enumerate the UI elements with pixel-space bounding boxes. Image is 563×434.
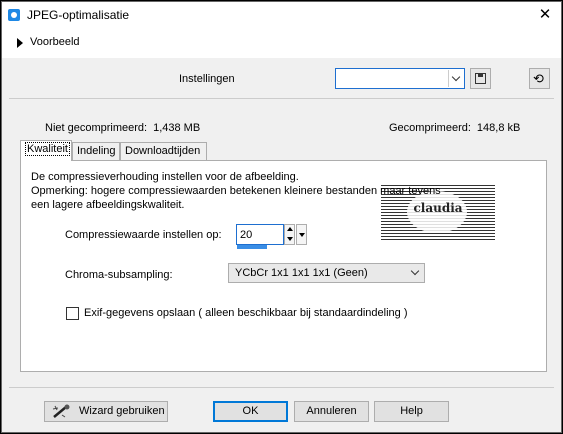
- tab-kwaliteit[interactable]: Kwaliteit: [20, 140, 72, 161]
- magic-wand-icon: [52, 404, 70, 418]
- compressed-size: Gecomprimeerd: 148,8 kB: [389, 122, 520, 134]
- preset-dropdown-arrow[interactable]: [448, 70, 463, 87]
- tab-indeling[interactable]: Indeling: [72, 142, 120, 160]
- tab-downloadtijden-label: Downloadtijden: [125, 145, 201, 157]
- bottom-divider: [9, 387, 554, 388]
- app-icon: [8, 9, 20, 21]
- jpeg-optimizer-dialog: JPEG-optimalisatie ✕ Voorbeeld Instellin…: [1, 1, 562, 433]
- spin-down-icon[interactable]: [287, 237, 293, 241]
- quality-panel: claudia De compressieverhouding instelle…: [20, 160, 547, 372]
- chroma-select[interactable]: YCbCr 1x1 1x1 1x1 (Geen): [228, 263, 425, 283]
- compression-bar: [236, 245, 284, 249]
- settings-label: Instellingen: [179, 73, 235, 85]
- save-preset-button[interactable]: [470, 68, 491, 89]
- wizard-button[interactable]: Wizard gebruiken: [44, 401, 168, 422]
- reset-button[interactable]: ⟲: [529, 68, 550, 89]
- compression-slider-dropdown[interactable]: [296, 224, 307, 245]
- cancel-button[interactable]: Annuleren: [294, 401, 369, 422]
- settings-row: Instellingen ⟲: [2, 58, 561, 98]
- preview-label: Voorbeeld: [30, 36, 80, 48]
- compressed-label: Gecomprimeerd:: [389, 122, 471, 134]
- compression-input[interactable]: [236, 224, 284, 245]
- compression-bar-fill: [237, 245, 267, 249]
- expand-triangle-icon: [17, 38, 23, 48]
- ok-button[interactable]: OK: [213, 401, 288, 422]
- floppy-disk-icon: [475, 73, 486, 84]
- watermark-text: claudia: [413, 201, 463, 215]
- compression-label: Compressiewaarde instellen op:: [65, 229, 222, 241]
- close-button[interactable]: ✕: [535, 5, 555, 25]
- chroma-value: YCbCr 1x1 1x1 1x1 (Geen): [235, 267, 368, 279]
- tab-downloadtijden[interactable]: Downloadtijden: [120, 142, 207, 160]
- uncompressed-size: Niet gecomprimeerd: 1,438 MB: [45, 122, 200, 134]
- compressed-value: 148,8 kB: [476, 122, 521, 134]
- preview-toggle[interactable]: Voorbeeld: [2, 28, 561, 58]
- exif-label: Exif-gegevens opslaan ( alleen beschikba…: [84, 307, 408, 319]
- uncompressed-label: Niet gecomprimeerd:: [45, 122, 148, 134]
- exif-checkbox[interactable]: [66, 307, 79, 320]
- uncompressed-value: 1,438 MB: [153, 122, 201, 134]
- title-bar: JPEG-optimalisatie ✕: [2, 2, 561, 28]
- dropdown-triangle-icon: [299, 233, 305, 237]
- tab-kwaliteit-label: Kwaliteit: [25, 142, 70, 156]
- divider: [9, 98, 554, 99]
- compression-spin-buttons[interactable]: [284, 224, 295, 245]
- reset-icon: ⟲: [533, 71, 544, 86]
- wizard-label: Wizard gebruiken: [79, 405, 165, 417]
- description-line-3: een lagere afbeeldingskwaliteit.: [31, 199, 185, 211]
- compression-spinbox: [236, 224, 307, 245]
- chroma-label: Chroma-subsampling:: [65, 269, 173, 281]
- chevron-down-icon: [451, 72, 461, 82]
- spin-up-icon[interactable]: [287, 227, 293, 231]
- help-button[interactable]: Help: [374, 401, 449, 422]
- tab-indeling-label: Indeling: [77, 145, 116, 157]
- chevron-down-icon: [410, 266, 420, 276]
- preset-combobox[interactable]: [335, 68, 465, 89]
- description-line-2: Opmerking: hogere compressiewaarden bete…: [31, 185, 441, 197]
- window-title: JPEG-optimalisatie: [27, 8, 130, 22]
- description-line-1: De compressieverhouding instellen voor d…: [31, 171, 299, 183]
